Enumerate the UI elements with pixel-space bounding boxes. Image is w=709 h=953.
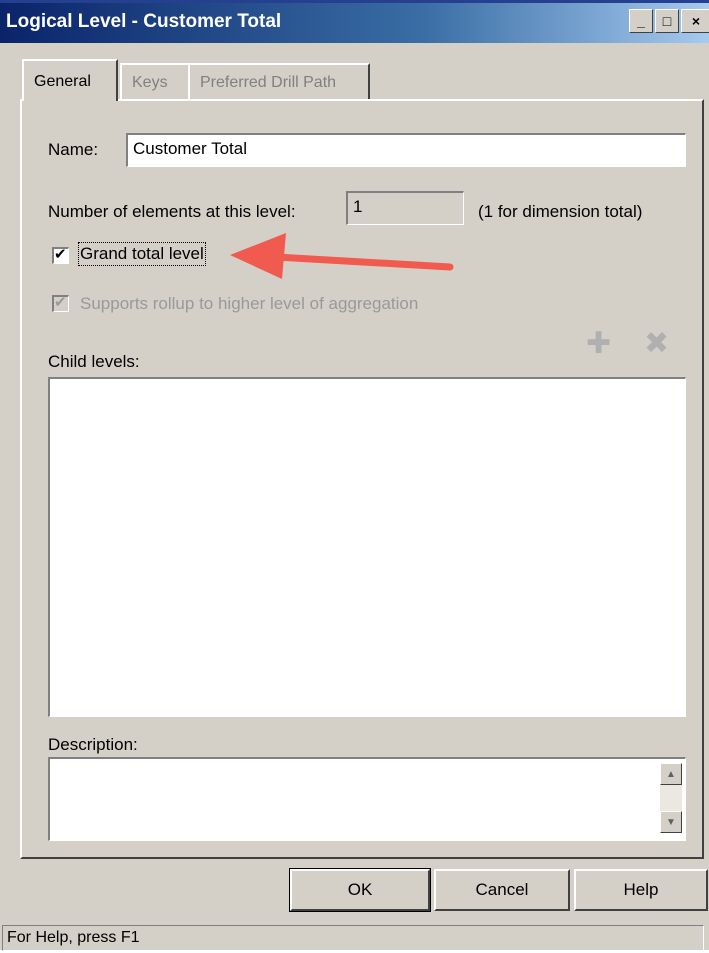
minimize-icon: _	[637, 13, 645, 29]
help-button[interactable]: Help	[574, 869, 708, 911]
tab-preferred-drill-path[interactable]: Preferred Drill Path	[188, 63, 370, 99]
supports-rollup-label: Supports rollup to higher level of aggre…	[80, 294, 419, 313]
delete-child-x-icon[interactable]: ✖	[644, 329, 669, 359]
tab-preferred-drill-path-label: Preferred Drill Path	[200, 74, 337, 91]
close-button[interactable]: ×	[681, 9, 709, 33]
num-elements-hint: (1 for dimension total)	[478, 202, 643, 221]
tab-keys-label: Keys	[132, 74, 168, 91]
annotation-arrow-icon	[230, 233, 454, 279]
add-child-plus-icon[interactable]: ✚	[586, 329, 611, 359]
chevron-down-icon: ▼	[666, 816, 676, 828]
scrollbar-track[interactable]	[660, 785, 682, 811]
child-levels-label: Child levels:	[48, 352, 140, 371]
logical-level-dialog: Logical Level - Customer Total _ □ × Gen…	[0, 0, 709, 953]
tab-general-label: General	[34, 73, 91, 90]
ok-button[interactable]: OK	[289, 868, 431, 912]
checkmark-icon: ✔	[54, 246, 67, 263]
status-bar: For Help, press F1	[0, 921, 709, 953]
chevron-up-icon: ▲	[666, 768, 676, 780]
maximize-icon: □	[662, 13, 672, 29]
num-elements-value: 1	[353, 197, 363, 216]
name-input-value: Customer Total	[133, 139, 248, 158]
num-elements-label: Number of elements at this level:	[48, 202, 296, 221]
num-elements-field: 1	[346, 191, 464, 225]
tab-general[interactable]: General	[22, 59, 118, 101]
scroll-up-button[interactable]: ▲	[660, 763, 682, 785]
grand-total-checkbox[interactable]: ✔	[52, 246, 69, 264]
name-input[interactable]: Customer Total	[126, 133, 686, 167]
cancel-button[interactable]: Cancel	[434, 869, 570, 911]
status-text: For Help, press F1	[7, 929, 140, 946]
minimize-button[interactable]: _	[629, 9, 653, 33]
grand-total-label[interactable]: Grand total level	[78, 242, 206, 266]
child-levels-list[interactable]	[48, 377, 686, 717]
tab-keys[interactable]: Keys	[120, 63, 190, 99]
scroll-down-button[interactable]: ▼	[660, 811, 682, 833]
maximize-button[interactable]: □	[655, 9, 679, 33]
name-label: Name:	[48, 140, 99, 159]
title-bar[interactable]: Logical Level - Customer Total _ □ ×	[0, 3, 709, 43]
close-icon: ×	[691, 13, 701, 29]
description-textarea[interactable]: ▲ ▼	[48, 757, 686, 841]
status-pane: For Help, press F1	[2, 925, 704, 951]
window-title: Logical Level - Customer Total	[6, 11, 282, 32]
checkmark-disabled-icon: ✔	[54, 294, 67, 311]
supports-rollup-checkbox: ✔	[52, 294, 69, 312]
description-label: Description:	[48, 735, 138, 754]
